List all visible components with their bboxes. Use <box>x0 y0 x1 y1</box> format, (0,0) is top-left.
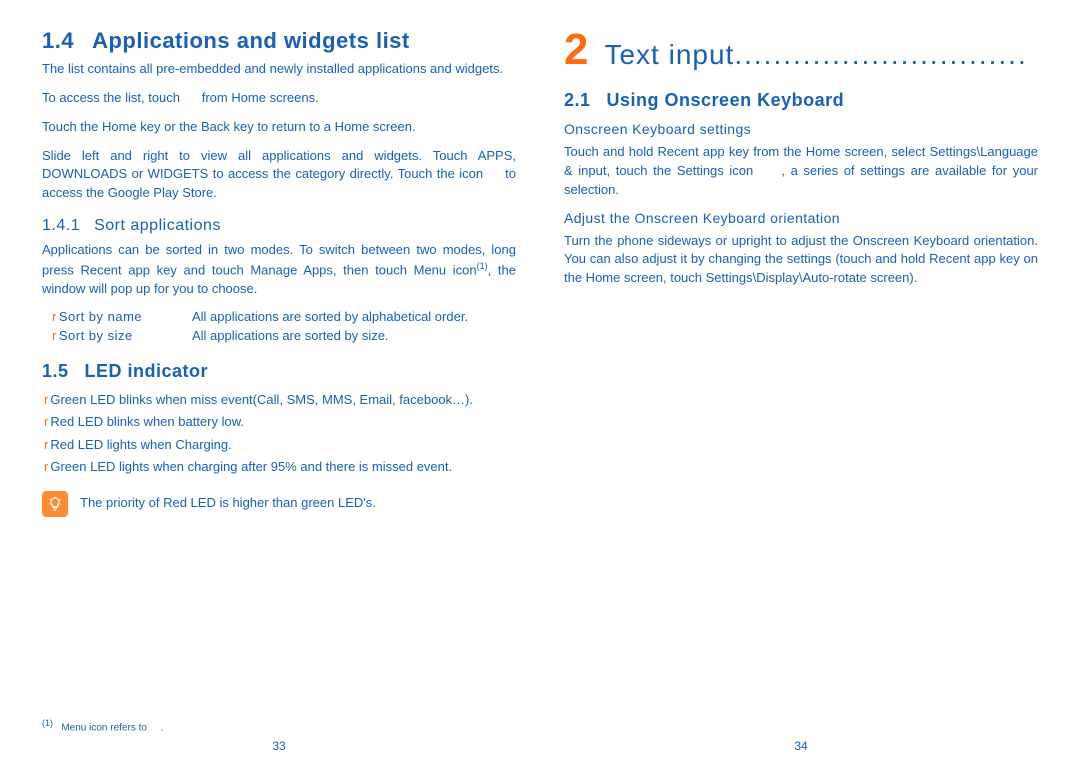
sort-desc: All applications are sorted by size. <box>192 328 516 343</box>
text-frag: from Home screens. <box>202 90 319 105</box>
sort-label: rSort by size <box>52 328 192 343</box>
sort-desc: All applications are sorted by alphabeti… <box>192 309 516 324</box>
heading-1-4-1: 1.4.1 Sort applications <box>42 217 516 235</box>
para-homekey: Touch the Home key or the Back key to re… <box>42 118 516 137</box>
page-number: 34 <box>564 733 1038 753</box>
sort-label-text: Sort by size <box>59 328 133 343</box>
right-content: 2 Text input ...........................… <box>564 28 1038 733</box>
sort-row: rSort by size All applications are sorte… <box>42 328 516 343</box>
chapter-number: 2 <box>564 28 588 72</box>
para-intro: The list contains all pre-embedded and n… <box>42 60 516 79</box>
footnote-ref: (1) <box>477 261 488 271</box>
text-frag: Applications can be sorted in two modes.… <box>42 242 516 277</box>
led-text: Green LED lights when charging after 95%… <box>50 459 452 474</box>
text-frag: To access the list, touch <box>42 90 184 105</box>
heading-number: 1.5 <box>42 361 69 381</box>
left-content: 1.4 Applications and widgets list The lis… <box>42 28 516 718</box>
para-access: To access the list, touch from Home scre… <box>42 89 516 108</box>
page-number: 33 <box>42 733 516 753</box>
subheading-orientation: Adjust the Onscreen Keyboard orientation <box>564 210 1038 226</box>
heading-number: 1.4.1 <box>42 217 80 234</box>
chapter-title: Text input <box>604 39 734 71</box>
heading-2-1: 2.1 Using Onscreen Keyboard <box>564 90 1038 111</box>
para-sort-intro: Applications can be sorted in two modes.… <box>42 241 516 299</box>
bullet-icon: r <box>44 459 48 474</box>
lightbulb-icon <box>42 491 68 517</box>
led-item: rGreen LED lights when charging after 95… <box>42 457 516 477</box>
para-slide: Slide left and right to view all applica… <box>42 147 516 204</box>
note-row: The priority of Red LED is higher than g… <box>42 491 516 517</box>
heading-1-5: 1.5 LED indicator <box>42 361 516 382</box>
sort-label-text: Sort by name <box>59 309 142 324</box>
led-item: rRed LED lights when Charging. <box>42 435 516 455</box>
sort-label: rSort by name <box>52 309 192 324</box>
apps-icon <box>184 90 198 105</box>
sort-row: rSort by name All applications are sorte… <box>42 309 516 324</box>
led-text: Red LED blinks when battery low. <box>50 414 244 429</box>
heading-1-4: 1.4 Applications and widgets list <box>42 28 516 54</box>
chapter-heading: 2 Text input ...........................… <box>564 28 1038 72</box>
heading-text: Sort applications <box>94 217 221 234</box>
footnote: (1) Menu icon refers to . <box>42 718 516 733</box>
led-item: rGreen LED blinks when miss event(Call, … <box>42 390 516 410</box>
heading-number: 2.1 <box>564 90 591 110</box>
para-kb-settings: Touch and hold Recent app key from the H… <box>564 143 1038 200</box>
heading-number: 1.4 <box>42 28 74 53</box>
led-text: Red LED lights when Charging. <box>50 437 231 452</box>
footnote-text: Menu icon refers to . <box>61 722 163 733</box>
heading-text: LED indicator <box>85 361 209 381</box>
bullet-icon: r <box>44 437 48 452</box>
note-text: The priority of Red LED is higher than g… <box>80 491 376 510</box>
bullet-icon: r <box>44 414 48 429</box>
led-text: Green LED blinks when miss event(Call, S… <box>50 392 473 407</box>
footnote-marker: (1) <box>42 718 53 728</box>
led-item: rRed LED blinks when battery low. <box>42 412 516 432</box>
bullet-icon: r <box>52 309 57 324</box>
bullet-icon: r <box>44 392 48 407</box>
bullet-icon: r <box>52 328 57 343</box>
heading-text: Applications and widgets list <box>92 28 410 53</box>
page-right: 2 Text input ...........................… <box>540 28 1062 753</box>
subheading-settings: Onscreen Keyboard settings <box>564 121 1038 137</box>
chapter-dots: .............................. <box>734 39 1038 71</box>
page-left: 1.4 Applications and widgets list The lis… <box>18 28 540 753</box>
heading-text: Using Onscreen Keyboard <box>607 90 845 110</box>
para-kb-orientation: Turn the phone sideways or upright to ad… <box>564 232 1038 289</box>
